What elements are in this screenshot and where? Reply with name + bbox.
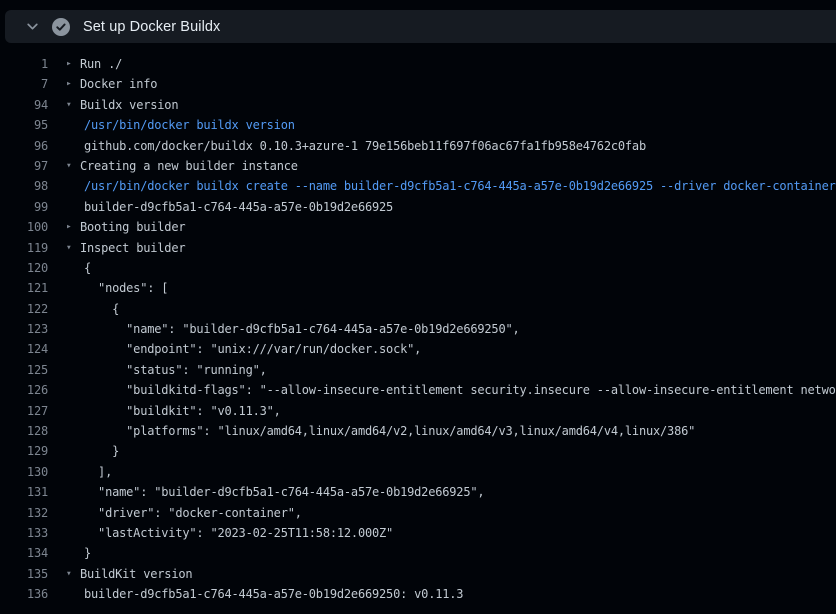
log-line: 120 {	[0, 258, 836, 278]
line-number[interactable]: 124	[0, 339, 48, 359]
group-expanded-icon[interactable]: ▾	[66, 95, 80, 115]
line-number[interactable]: 136	[0, 584, 48, 604]
log-text: "name": "builder-d9cfb5a1-c764-445a-a57e…	[84, 482, 484, 502]
log-line: 129 }	[0, 441, 836, 461]
log-text: Inspect builder	[80, 238, 185, 258]
group-expanded-icon[interactable]: ▾	[66, 238, 80, 258]
line-number[interactable]: 100	[0, 217, 48, 237]
log-text: ],	[84, 462, 112, 482]
group-expanded-icon[interactable]: ▾	[66, 564, 80, 584]
log-line: 99 builder-d9cfb5a1-c764-445a-a57e-0b19d…	[0, 197, 836, 217]
check-circle-icon	[52, 18, 70, 36]
log-text: BuildKit version	[80, 564, 192, 584]
line-number[interactable]: 122	[0, 299, 48, 319]
line-number[interactable]: 94	[0, 95, 48, 115]
log-line[interactable]: 135 ▾ BuildKit version	[0, 564, 836, 584]
step-header[interactable]: Set up Docker Buildx	[5, 10, 836, 43]
line-number[interactable]: 126	[0, 380, 48, 400]
log-text: "buildkitd-flags": "--allow-insecure-ent…	[84, 380, 836, 400]
step-title: Set up Docker Buildx	[83, 19, 220, 35]
log-text: }	[84, 441, 119, 461]
line-number[interactable]: 97	[0, 156, 48, 176]
log-line: 133 "lastActivity": "2023-02-25T11:58:12…	[0, 523, 836, 543]
line-number[interactable]: 133	[0, 523, 48, 543]
line-number[interactable]: 127	[0, 401, 48, 421]
log-text: {	[84, 258, 91, 278]
log-line: 128 "platforms": "linux/amd64,linux/amd6…	[0, 421, 836, 441]
log-text: "buildkit": "v0.11.3",	[84, 401, 281, 421]
log-line: 136 builder-d9cfb5a1-c764-445a-a57e-0b19…	[0, 584, 836, 604]
log-line[interactable]: 94 ▾ Buildx version	[0, 95, 836, 115]
log-text: "endpoint": "unix:///var/run/docker.sock…	[84, 339, 421, 359]
group-collapsed-icon[interactable]: ▸	[66, 217, 80, 237]
log-text: "status": "running",	[84, 360, 267, 380]
log-line[interactable]: 7 ▸ Docker info	[0, 74, 836, 94]
log-line[interactable]: 100 ▸ Booting builder	[0, 217, 836, 237]
line-number[interactable]: 132	[0, 503, 48, 523]
log-text: github.com/docker/buildx 0.10.3+azure-1 …	[84, 136, 646, 156]
line-number[interactable]: 1	[0, 54, 48, 74]
log-text: Creating a new builder instance	[80, 156, 298, 176]
log-text: "driver": "docker-container",	[84, 503, 302, 523]
log-text: "lastActivity": "2023-02-25T11:58:12.000…	[84, 523, 393, 543]
log-text: "platforms": "linux/amd64,linux/amd64/v2…	[84, 421, 695, 441]
log-line: 130 ],	[0, 462, 836, 482]
log-line: 124 "endpoint": "unix:///var/run/docker.…	[0, 339, 836, 359]
group-expanded-icon[interactable]: ▾	[66, 156, 80, 176]
line-number[interactable]: 128	[0, 421, 48, 441]
line-number[interactable]: 98	[0, 176, 48, 196]
log-text: Buildx version	[80, 95, 178, 115]
log-text: builder-d9cfb5a1-c764-445a-a57e-0b19d2e6…	[84, 584, 463, 604]
line-number[interactable]: 95	[0, 115, 48, 135]
log-text: "name": "builder-d9cfb5a1-c764-445a-a57e…	[84, 319, 520, 339]
line-number[interactable]: 96	[0, 136, 48, 156]
log-line: 122 {	[0, 299, 836, 319]
line-number[interactable]: 121	[0, 278, 48, 298]
log-line: 121 "nodes": [	[0, 278, 836, 298]
log-text: builder-d9cfb5a1-c764-445a-a57e-0b19d2e6…	[84, 197, 393, 217]
line-number[interactable]: 125	[0, 360, 48, 380]
log-text: Run ./	[80, 54, 122, 74]
line-number[interactable]: 130	[0, 462, 48, 482]
log-text: {	[84, 299, 119, 319]
log-line[interactable]: 119 ▾ Inspect builder	[0, 238, 836, 258]
group-collapsed-icon[interactable]: ▸	[66, 74, 80, 94]
chevron-down-icon[interactable]	[26, 20, 39, 33]
line-number[interactable]: 99	[0, 197, 48, 217]
log-text: Booting builder	[80, 217, 185, 237]
log-line: 131 "name": "builder-d9cfb5a1-c764-445a-…	[0, 482, 836, 502]
log-text: "nodes": [	[84, 278, 168, 298]
log-line[interactable]: 1 ▸ Run ./	[0, 54, 836, 74]
log-line: 132 "driver": "docker-container",	[0, 503, 836, 523]
line-number[interactable]: 134	[0, 543, 48, 563]
line-number[interactable]: 120	[0, 258, 48, 278]
log-text: /usr/bin/docker buildx create --name bui…	[84, 176, 836, 196]
group-collapsed-icon[interactable]: ▸	[66, 54, 80, 74]
line-number[interactable]: 7	[0, 74, 48, 94]
log-line: 126 "buildkitd-flags": "--allow-insecure…	[0, 380, 836, 400]
log-line: 98 /usr/bin/docker buildx create --name …	[0, 176, 836, 196]
line-number[interactable]: 131	[0, 482, 48, 502]
line-number[interactable]: 129	[0, 441, 48, 461]
log-line: 95 /usr/bin/docker buildx version	[0, 115, 836, 135]
log-viewer: 1 ▸ Run ./ 7 ▸ Docker info 94 ▾ Buildx v…	[0, 54, 836, 605]
log-text: /usr/bin/docker buildx version	[84, 115, 295, 135]
log-line: 123 "name": "builder-d9cfb5a1-c764-445a-…	[0, 319, 836, 339]
line-number[interactable]: 123	[0, 319, 48, 339]
log-line: 127 "buildkit": "v0.11.3",	[0, 401, 836, 421]
log-line: 96 github.com/docker/buildx 0.10.3+azure…	[0, 136, 836, 156]
line-number[interactable]: 119	[0, 238, 48, 258]
log-line[interactable]: 97 ▾ Creating a new builder instance	[0, 156, 836, 176]
line-number[interactable]: 135	[0, 564, 48, 584]
log-line: 125 "status": "running",	[0, 360, 836, 380]
log-line: 134 }	[0, 543, 836, 563]
log-text: }	[84, 543, 91, 563]
log-text: Docker info	[80, 74, 157, 94]
